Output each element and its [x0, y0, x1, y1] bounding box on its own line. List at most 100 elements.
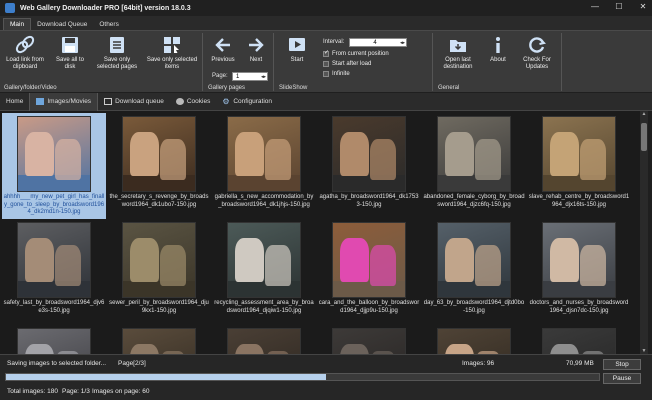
thumbnail-caption: sewer_peril_by_broadsword1964_dju9kx1-15…	[109, 300, 209, 314]
checkbox-checked-icon	[323, 49, 329, 57]
thumbnail-image[interactable]	[437, 222, 511, 298]
gallery-item[interactable]: slave_rehab_centre_by_broadsword1964_djx…	[527, 113, 631, 209]
save-pages-icon	[110, 37, 124, 53]
thumbnail-image[interactable]	[437, 116, 511, 192]
thumbnail-caption: cara_and_the_balloon_by_broadsword1964_d…	[318, 300, 420, 314]
thumbnail-caption: ahhhh___my_new_pet_girl_has_finally_gone…	[3, 194, 105, 215]
thumbnail-figure	[25, 237, 54, 283]
ribbon-tab-others[interactable]: Others	[93, 19, 125, 30]
save-selected-pages-button[interactable]: Save only selected pages	[92, 35, 142, 71]
gallery-item[interactable]	[527, 325, 631, 354]
thumbnail-figure	[25, 343, 54, 354]
gear-icon: ⚙	[222, 97, 230, 106]
about-button[interactable]: About	[484, 35, 512, 64]
gallery-item[interactable]: ahhhh___my_new_pet_girl_has_finally_gone…	[2, 113, 106, 219]
save-all-button[interactable]: Save all to disk	[50, 35, 90, 71]
gallery-scrollbar[interactable]: ▲ ▼	[640, 111, 648, 354]
gallery-item[interactable]	[422, 325, 526, 354]
tab-download-queue[interactable]: Download queue	[98, 93, 170, 111]
page-spinner[interactable]: 1 ◂▸	[232, 72, 268, 81]
thumbnail-image[interactable]	[542, 328, 616, 354]
check-updates-label: Check For Updates	[523, 57, 551, 70]
minimize-icon[interactable]: —	[590, 2, 600, 11]
gallery-item[interactable]: gabriella_s_new_accommodation_by_broadsw…	[212, 113, 316, 209]
thumbnail-image[interactable]	[227, 222, 301, 298]
gallery-item[interactable]: sewer_peril_by_broadsword1964_dju9kx1-15…	[107, 219, 211, 315]
gallery-item[interactable]	[107, 325, 211, 354]
thumbnail-caption: recycling_assessment_area_by_broadsword1…	[214, 300, 314, 314]
image-gallery[interactable]: ahhhh___my_new_pet_girl_has_finally_gone…	[0, 111, 640, 354]
tab-configuration[interactable]: ⚙ Configuration	[216, 93, 278, 111]
start-after-load-checkbox[interactable]: Start after load	[323, 61, 371, 67]
previous-button[interactable]: Previous	[208, 35, 238, 64]
refresh-icon	[529, 37, 546, 53]
ribbon-tab-download-queue[interactable]: Download Queue	[31, 19, 93, 30]
tab-home[interactable]: Home	[0, 93, 29, 111]
tab-images-label: Images/Movies	[47, 98, 92, 105]
next-button[interactable]: Next	[242, 35, 270, 64]
group-label-slideshow: SlideShow	[279, 85, 308, 91]
tab-configuration-label: Configuration	[233, 98, 273, 105]
tab-home-label: Home	[6, 98, 24, 105]
slideshow-start-button[interactable]: Start	[279, 35, 315, 64]
next-label: Next	[249, 57, 263, 63]
gallery-item[interactable]: recycling_assessment_area_by_broadsword1…	[212, 219, 316, 315]
thumbnail-image[interactable]	[332, 116, 406, 192]
gallery-item[interactable]: safety_last_by_broadsword1964_djv6e3s-15…	[2, 219, 106, 315]
gallery-item[interactable]: doctors_and_nurses_by_broadsword1964_djs…	[527, 219, 631, 315]
ribbon-tab-main[interactable]: Main	[3, 18, 32, 30]
thumbnail-image[interactable]	[332, 222, 406, 298]
thumbnail-image[interactable]	[227, 116, 301, 192]
from-current-checkbox[interactable]: From current position	[323, 49, 389, 57]
gallery-item[interactable]: day_63_by_broadsword1964_djtd0bo-150.jpg	[422, 219, 526, 315]
pause-button[interactable]: Pause	[603, 373, 641, 384]
infinite-checkbox[interactable]: Infinite	[323, 71, 350, 77]
gallery-item[interactable]	[317, 325, 421, 354]
thumbnail-image[interactable]	[542, 222, 616, 298]
arrow-left-icon	[215, 38, 230, 52]
gallery-item[interactable]	[2, 325, 106, 354]
folder-icon	[450, 40, 466, 52]
thumbnail-image[interactable]	[17, 222, 91, 298]
thumbnail-image[interactable]	[17, 328, 91, 354]
progress-fill	[6, 374, 327, 380]
thumbnail-figure	[160, 139, 186, 180]
tab-images-movies[interactable]: Images/Movies	[29, 92, 99, 111]
check-updates-button[interactable]: Check For Updates	[516, 35, 558, 71]
thumbnail-image[interactable]	[227, 328, 301, 354]
scrollbar-thumb[interactable]	[641, 123, 647, 151]
save-selected-items-button[interactable]: Save only selected items	[146, 35, 198, 71]
gallery-item[interactable]: cara_and_the_balloon_by_broadsword1964_d…	[317, 219, 421, 315]
thumbnail-image[interactable]	[122, 222, 196, 298]
thumbnail-figure	[370, 139, 396, 180]
load-link-button[interactable]: Load link from clipboard	[4, 35, 46, 71]
close-icon[interactable]: ✕	[638, 2, 648, 11]
thumbnail-image[interactable]	[332, 328, 406, 354]
thumbnail-image[interactable]	[122, 328, 196, 354]
open-last-destination-label: Open last destination	[443, 57, 473, 70]
thumbnail-image[interactable]	[17, 116, 91, 192]
info-icon	[496, 37, 500, 53]
thumbnail-figure	[370, 245, 396, 286]
gallery-item[interactable]	[212, 325, 316, 354]
thumbnail-image[interactable]	[122, 116, 196, 192]
gallery-item[interactable]: agatha_by_broadsword1964_dk17533-150.jpg	[317, 113, 421, 209]
thumbnail-figure	[265, 139, 291, 180]
tab-cookies[interactable]: Cookies	[170, 93, 216, 111]
play-slides-icon	[289, 38, 305, 51]
interval-spinner[interactable]: 4 ◂▸	[349, 38, 407, 47]
checkbox-icon	[323, 61, 329, 67]
open-last-destination-button[interactable]: Open last destination	[436, 35, 480, 71]
thumbnail-image[interactable]	[542, 116, 616, 192]
gallery-item[interactable]: abandoned_female_cyborg_by_broadsword196…	[422, 113, 526, 209]
thumbnail-caption: doctors_and_nurses_by_broadsword1964_djs…	[529, 300, 629, 314]
link-icon	[15, 35, 35, 54]
thumbnail-image[interactable]	[437, 328, 511, 354]
maximize-icon[interactable]: ☐	[614, 2, 624, 11]
stop-button[interactable]: Stop	[603, 359, 641, 370]
thumbnail-caption: the_secretary_s_revenge_by_broadsword196…	[109, 194, 209, 208]
gallery-item[interactable]: the_secretary_s_revenge_by_broadsword196…	[107, 113, 211, 209]
scroll-up-icon[interactable]: ▲	[640, 111, 648, 117]
ribbon-tabs: Main Download Queue Others	[0, 16, 652, 30]
checkbox-icon	[323, 71, 329, 77]
